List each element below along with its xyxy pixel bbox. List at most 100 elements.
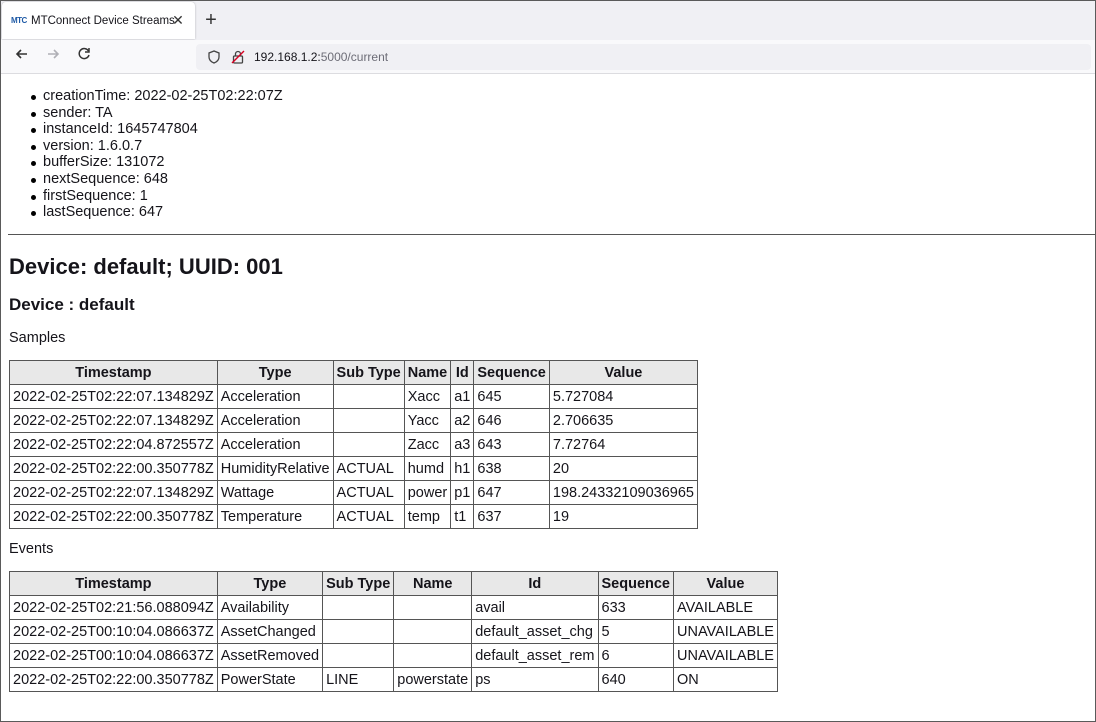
new-tab-icon[interactable]: + — [202, 10, 220, 30]
header-info-item: bufferSize: 131072 — [31, 154, 283, 171]
table-cell: 2.706635 — [548, 408, 699, 433]
table-cell: 7.72764 — [548, 432, 699, 457]
table-cell: 633 — [597, 595, 674, 620]
reload-icon[interactable] — [74, 46, 94, 66]
table-cell: a2 — [450, 408, 475, 433]
table-cell — [393, 619, 473, 644]
table-cell: 637 — [473, 504, 550, 529]
table-cell: 198.24332109036965 — [548, 480, 699, 505]
device-title: Device: default; UUID: 001 — [9, 254, 283, 279]
tracking-shield-icon[interactable] — [206, 49, 222, 65]
table-cell — [393, 643, 473, 668]
table-row: 2022-02-25T02:22:07.134829Z Acceleration X… — [9, 384, 699, 409]
table-cell — [332, 432, 405, 457]
header-info-item: lastSequence: 647 — [31, 204, 283, 221]
table-cell: Acceleration — [216, 384, 334, 409]
column-header: Name — [403, 360, 452, 385]
table-header-row: Timestamp Type Sub Type Name Id Sequence Value — [9, 571, 778, 596]
table-cell: 19 — [548, 504, 699, 529]
table-cell — [332, 408, 405, 433]
header-info-list: creationTime: 2022-02-25T02:22:07Z sender… — [31, 88, 283, 221]
insecure-lock-icon[interactable] — [230, 49, 246, 65]
navigation-bar: 192.168.1.2:5000/current — [1, 40, 1095, 74]
close-tab-icon[interactable]: ✕ — [169, 11, 187, 29]
back-icon[interactable] — [12, 46, 32, 66]
table-cell: a3 — [450, 432, 475, 457]
table-row: 2022-02-25T02:22:00.350778Z PowerState LIN… — [9, 667, 778, 692]
forward-icon[interactable] — [43, 46, 63, 66]
table-cell: AssetChanged — [216, 619, 324, 644]
table-cell: Acceleration — [216, 408, 334, 433]
table-row: 2022-02-25T02:22:04.872557Z Acceleration Z… — [9, 432, 699, 457]
column-header: Name — [393, 571, 473, 596]
table-cell: Xacc — [403, 384, 452, 409]
table-row: 2022-02-25T00:10:04.086637Z AssetChanged d… — [9, 619, 778, 644]
table-cell: 646 — [473, 408, 550, 433]
table-cell: 647 — [473, 480, 550, 505]
events-table: Timestamp Type Sub Type Name Id Sequence Value… — [9, 571, 778, 692]
table-cell — [322, 595, 395, 620]
table-row: 2022-02-25T02:22:00.350778Z HumidityRelat… — [9, 456, 699, 481]
table-cell: ACTUAL — [332, 504, 405, 529]
column-header: Value — [548, 360, 699, 385]
table-cell: 2022-02-25T02:22:00.350778Z — [9, 456, 218, 481]
samples-table: Timestamp Type Sub Type Name Id Sequence Value… — [9, 360, 699, 529]
table-cell: 5 — [597, 619, 674, 644]
table-cell: 645 — [473, 384, 550, 409]
table-cell: 2022-02-25T00:10:04.086637Z — [9, 619, 218, 644]
table-cell: 2022-02-25T02:22:07.134829Z — [9, 384, 218, 409]
header-info-item: version: 1.6.0.7 — [31, 138, 283, 155]
table-row: 2022-02-25T02:21:56.088094Z Availability a… — [9, 595, 778, 620]
table-cell: ACTUAL — [332, 456, 405, 481]
table-cell: 20 — [548, 456, 699, 481]
table-cell: 6 — [597, 643, 674, 668]
url-path: 5000/current — [320, 50, 389, 64]
table-cell: h1 — [450, 456, 475, 481]
table-cell: 2022-02-25T00:10:04.086637Z — [9, 643, 218, 668]
table-cell — [322, 643, 395, 668]
table-cell: HumidityRelative — [216, 456, 334, 481]
table-cell: 2022-02-25T02:21:56.088094Z — [9, 595, 218, 620]
table-cell: PowerState — [216, 667, 324, 692]
column-header: Id — [471, 571, 599, 596]
events-label: Events — [9, 541, 54, 557]
table-cell: LINE — [322, 667, 395, 692]
table-cell: Availability — [216, 595, 324, 620]
device-subtitle: Device : default — [9, 295, 135, 314]
header-info-item: nextSequence: 648 — [31, 171, 283, 188]
column-header: Id — [450, 360, 475, 385]
column-header: Sequence — [597, 571, 674, 596]
column-header: Sequence — [473, 360, 550, 385]
tab-mtconnect[interactable]: MTC MTConnect Device Streams ✕ — [2, 2, 195, 39]
table-header-row: Timestamp Type Sub Type Name Id Sequence Value — [9, 360, 699, 385]
tab-title: MTConnect Device Streams — [31, 14, 175, 27]
table-cell: ON — [673, 667, 778, 692]
column-header: Type — [216, 571, 324, 596]
table-cell: 2022-02-25T02:22:07.134829Z — [9, 480, 218, 505]
column-header: Sub Type — [322, 571, 395, 596]
header-info-item: firstSequence: 1 — [31, 188, 283, 205]
table-cell: UNAVAILABLE — [673, 619, 778, 644]
table-cell: Acceleration — [216, 432, 334, 457]
table-cell: powerstate — [393, 667, 473, 692]
browser-window: MTC MTConnect Device Streams ✕ + 192.168… — [0, 0, 1096, 722]
table-cell: avail — [471, 595, 599, 620]
address-bar[interactable]: 192.168.1.2:5000/current — [196, 44, 1091, 70]
table-cell: a1 — [450, 384, 475, 409]
table-cell: t1 — [450, 504, 475, 529]
column-header: Type — [216, 360, 334, 385]
table-cell: temp — [403, 504, 452, 529]
header-info-item: sender: TA — [31, 105, 283, 122]
header-info-item: instanceId: 1645747804 — [31, 121, 283, 138]
table-cell: 2022-02-25T02:22:00.350778Z — [9, 667, 218, 692]
column-header: Timestamp — [9, 571, 218, 596]
table-cell: default_asset_chg — [471, 619, 599, 644]
table-cell: ACTUAL — [332, 480, 405, 505]
table-cell: AssetRemoved — [216, 643, 324, 668]
mtconnect-favicon-icon: MTC — [11, 16, 27, 25]
table-cell: 2022-02-25T02:22:04.872557Z — [9, 432, 218, 457]
table-cell: 5.727084 — [548, 384, 699, 409]
table-cell: Temperature — [216, 504, 334, 529]
table-cell: 2022-02-25T02:22:00.350778Z — [9, 504, 218, 529]
url-text: 192.168.1.2:5000/current — [254, 50, 388, 64]
